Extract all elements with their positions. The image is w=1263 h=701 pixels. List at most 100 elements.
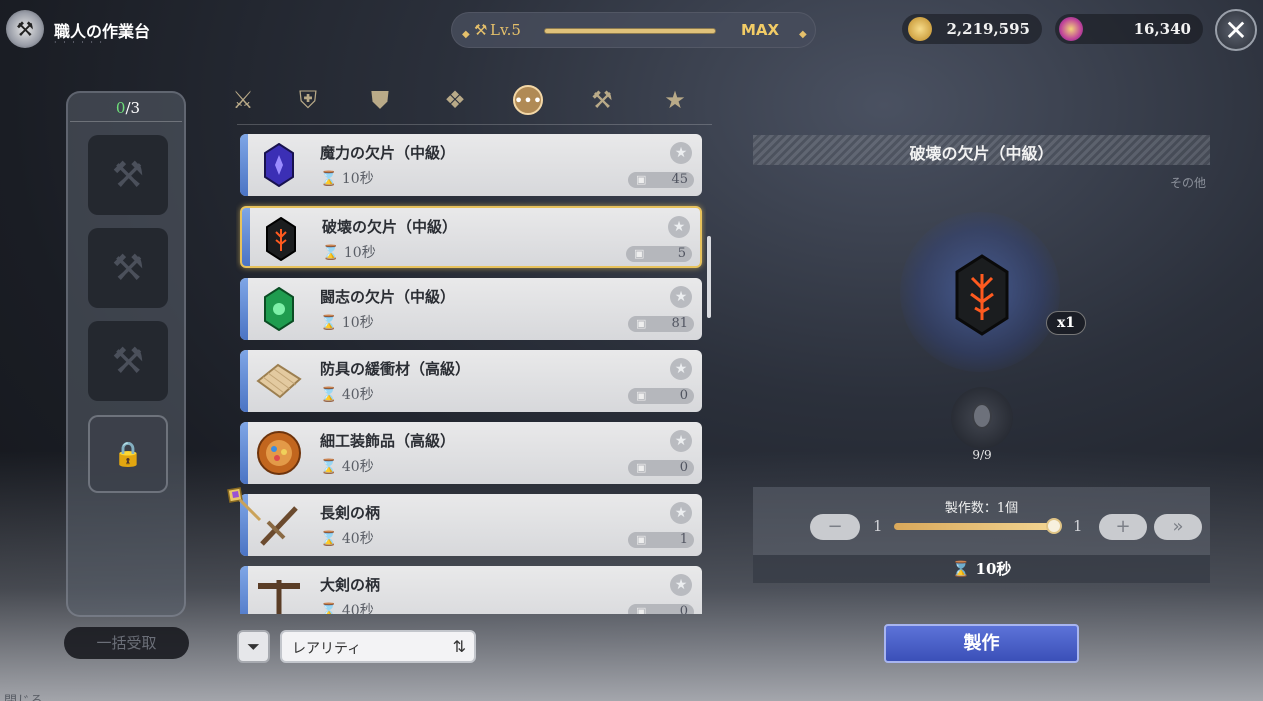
other-category-icon: ••• [513,85,543,115]
stock-count-value: 0 [679,388,688,403]
recipe-item[interactable]: 細工装飾品（高級） ⌛ 40秒 ★ ▣ 0 [240,422,702,484]
fighting-spirit-shard-icon [254,284,304,334]
armor-category-icon: ⛊ [371,86,389,114]
lock-icon: 🔒 [113,440,143,468]
material-stone-icon [971,402,993,434]
detail-title: 破壊の欠片（中級） [909,144,1054,163]
anvil-icon: ⚒ [111,247,145,289]
magic-shard-icon [254,140,304,190]
page-subtitle-decoration: · · · · · · [54,38,104,47]
recipe-item[interactable]: 長剣の柄 ⌛ 40秒 ★ ▣ 1 [240,494,702,556]
shield-category-icon: ⛨ [299,86,317,114]
sort-order-icon[interactable]: ⇅ [453,637,466,656]
recipe-list[interactable]: 魔力の欠片（中級） ⌛ 10秒 ★ ▣ 45 破壊の欠片（中級） ⌛ 10秒 ★ … [236,128,706,614]
gold-amount: 2,219,595 [946,20,1030,38]
quantity-slider[interactable] [894,523,1054,530]
quantity-slider-handle[interactable] [1046,518,1062,534]
hourglass-icon: ⌛ [320,387,338,403]
recipe-item-selected[interactable]: 破壊の欠片（中級） ⌛ 10秒 ★ ▣ 5 [240,206,702,268]
favorite-toggle[interactable]: ★ [668,216,690,238]
hourglass-icon: ⌛ [322,245,340,261]
level-max-label: MAX [741,21,780,39]
recipe-name: 防具の緩衝材（高級） [320,360,471,378]
stock-count-value: 45 [671,172,688,187]
close-icon: ✕ [1224,13,1248,47]
stock-count-value: 5 [677,246,686,261]
tab-shield[interactable]: ⛨ [288,83,328,117]
favorite-toggle[interactable]: ★ [670,502,692,524]
output-quantity-badge: x1 [1046,311,1086,335]
queue-slot-2[interactable]: ⚒ [88,228,168,308]
inventory-bag-icon: ▣ [636,461,647,474]
inventory-bag-icon: ▣ [636,533,647,546]
stock-count: ▣ 5 [626,246,692,262]
favorite-toggle[interactable]: ★ [670,358,692,380]
queue-count-total: /3 [125,99,141,117]
recipe-time: ⌛ 10秒 [320,312,374,332]
star-icon: ★ [674,577,688,593]
queue-slot-locked[interactable]: 🔒 [88,415,168,493]
filter-button[interactable]: ⏷ [237,630,270,663]
close-button[interactable]: ✕ [1215,9,1257,51]
sort-dropdown[interactable]: レアリティ ⇅ [280,630,476,663]
tab-favorite[interactable]: ★ [655,83,695,117]
inventory-bag-icon: ▣ [636,317,647,330]
recipe-name: 破壊の欠片（中級） [322,218,458,236]
recipe-name: 大剣の柄 [320,576,381,594]
workbench-logo-icon: ⚒ [6,10,44,48]
crafting-queue-panel: 0/3 ⚒ ⚒ ⚒ 🔒 [66,91,186,617]
recipe-name: 長剣の柄 [320,504,381,522]
star-icon: ★ [674,433,688,449]
tab-accessory[interactable]: ❖ [435,83,475,117]
star-gem-icon [1059,17,1083,41]
detail-category: その他 [1170,176,1207,190]
quantity-min: 1 [873,517,883,535]
recipe-time-value: 10秒 [343,245,376,261]
tab-weapon[interactable]: ⚔ [223,83,263,117]
recipe-time-value: 40秒 [341,603,374,614]
tab-other[interactable]: ••• [508,83,548,117]
recipe-item[interactable]: 闘志の欠片（中級） ⌛ 10秒 ★ ▣ 81 [240,278,702,340]
recipe-item[interactable]: 大剣の柄 ⌛ 40秒 ★ ▣ 0 [240,566,702,614]
bulk-receive-button[interactable]: 一括受取 [64,627,189,659]
favorite-toggle[interactable]: ★ [670,430,692,452]
craft-quantity-panel: 製作数：1個 − 1 1 + » [753,487,1210,555]
max-quantity-button[interactable]: » [1154,514,1202,540]
hourglass-icon: ⌛ [320,459,338,475]
tab-armor[interactable]: ⛊ [360,83,400,117]
gold-currency: 2,219,595 [902,14,1042,44]
weapon-category-icon: ⚔ [232,86,254,114]
decorative-staff-icon [226,486,262,526]
favorite-toggle[interactable]: ★ [670,142,692,164]
recipe-list-scrollbar[interactable] [707,236,711,318]
stock-count: ▣ 81 [628,316,694,332]
queue-slot-3[interactable]: ⚒ [88,321,168,401]
quantity-max: 1 [1073,517,1083,535]
queue-divider [70,121,182,122]
inventory-bag-icon: ▣ [636,389,647,402]
favorite-toggle[interactable]: ★ [670,574,692,596]
close-hint-label[interactable]: 閉じる [4,690,43,701]
material-slot[interactable] [951,387,1013,449]
decrease-button[interactable]: − [810,514,860,540]
tab-tool[interactable]: ⚒ [582,83,622,117]
rarity-stripe [240,422,248,484]
increase-button[interactable]: + [1099,514,1147,540]
recipe-time-value: 10秒 [341,171,374,187]
queue-slot-1[interactable]: ⚒ [88,135,168,215]
hourglass-icon: ⌛ [320,315,338,331]
rarity-stripe [240,134,248,196]
tab-underline [237,124,712,125]
stock-count: ▣ 1 [628,532,694,548]
favorite-toggle[interactable]: ★ [670,286,692,308]
star-icon: ★ [674,289,688,305]
recipe-item[interactable]: 防具の緩衝材（高級） ⌛ 40秒 ★ ▣ 0 [240,350,702,412]
stock-count: ▣ 45 [628,172,694,188]
recipe-item[interactable]: 魔力の欠片（中級） ⌛ 10秒 ★ ▣ 45 [240,134,702,196]
recipe-time: ⌛ 40秒 [320,600,374,614]
craft-button[interactable]: 製作 [884,624,1079,663]
recipe-name: 闘志の欠片（中級） [320,288,456,306]
recipe-name: 細工装飾品（高級） [320,432,456,450]
stock-count-value: 81 [671,316,688,331]
recipe-time: ⌛ 10秒 [322,242,376,262]
